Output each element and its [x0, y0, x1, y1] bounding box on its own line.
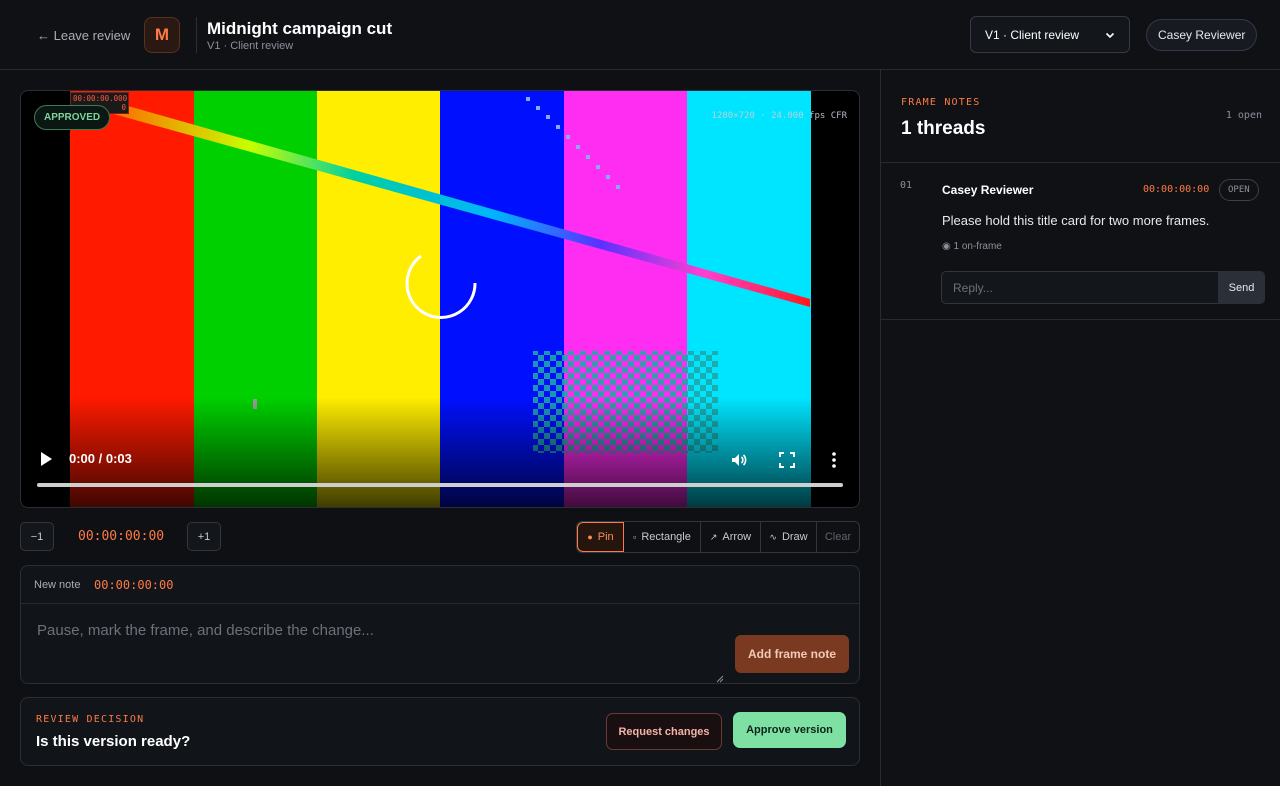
project-subtitle: V1 · Client review: [207, 40, 294, 52]
thread-status-badge: OPEN: [1219, 179, 1259, 201]
project-logo: M: [144, 17, 180, 53]
request-changes-button[interactable]: Request changes: [606, 713, 722, 750]
resolution-label: 1280×720 · 24.000 fps CFR: [711, 111, 847, 121]
sidebar-kicker: FRAME NOTES: [901, 97, 981, 108]
play-icon[interactable]: [37, 449, 55, 469]
tool-pin[interactable]: ● Pin: [577, 522, 624, 552]
chevron-down-icon: [1105, 32, 1115, 38]
thread-timecode[interactable]: 00:00:00:00: [1143, 184, 1209, 195]
draw-icon: ∿: [769, 531, 777, 542]
tool-pin-label: Pin: [597, 531, 614, 543]
video-player[interactable]: 00:00:00.000 0 APPROVED 1280×720 · 24.00…: [20, 90, 860, 508]
step-back-button[interactable]: −1: [20, 522, 54, 551]
tool-arrow[interactable]: ↗ Arrow: [701, 522, 761, 552]
tool-draw-label: Draw: [781, 531, 808, 543]
thread-item[interactable]: 01 Casey Reviewer 00:00:00:00 OPEN Pleas…: [881, 163, 1280, 320]
status-badge: APPROVED: [34, 105, 111, 130]
seek-bar[interactable]: [37, 483, 843, 487]
top-bar: ← Leave review M Midnight campaign cut V…: [0, 0, 1280, 70]
thread-body: Please hold this title card for two more…: [942, 213, 1210, 228]
rectangle-icon: ▫: [633, 532, 637, 542]
step-forward-button[interactable]: +1: [187, 522, 221, 551]
open-count: 1 open: [1225, 110, 1262, 121]
reply-input[interactable]: [941, 271, 1219, 304]
approve-version-button[interactable]: Approve version: [733, 712, 846, 748]
version-select[interactable]: V1 · Client review: [970, 16, 1130, 53]
review-decision-panel: REVIEW DECISION Is this version ready? R…: [20, 697, 860, 766]
sidebar-header: FRAME NOTES 1 threads 1 open: [881, 70, 1280, 163]
send-reply-button[interactable]: Send: [1218, 271, 1265, 304]
user-menu-button[interactable]: Casey Reviewer: [1146, 19, 1258, 51]
sidebar-title: 1 threads: [901, 118, 986, 139]
tool-draw[interactable]: ∿ Draw: [761, 522, 817, 552]
arrow-icon: ↗: [709, 531, 718, 542]
new-note-panel: New note 00:00:00:00 Add frame note: [20, 565, 860, 684]
note-textarea[interactable]: [22, 605, 725, 683]
project-title: Midnight campaign cut: [207, 19, 393, 38]
new-note-header: New note 00:00:00:00: [21, 566, 859, 604]
time-display: 0:00 / 0:03: [69, 451, 132, 466]
burned-in-timecode-value: 00:00:00.000: [73, 94, 128, 103]
annotation-toolbar: ● Pin ▫ Rectangle ↗ Arrow ∿ Draw Clear: [576, 521, 860, 553]
volume-icon[interactable]: [729, 450, 749, 470]
tool-rectangle[interactable]: ▫ Rectangle: [624, 522, 701, 552]
pin-icon: ●: [587, 532, 593, 542]
leave-review-link[interactable]: ← Leave review: [37, 28, 130, 43]
new-note-timecode: 00:00:00:00: [94, 578, 174, 592]
add-frame-note-button[interactable]: Add frame note: [735, 635, 849, 673]
thread-annotation-count: ◉ 1 on-frame: [942, 241, 1002, 252]
resize-grip-icon[interactable]: [714, 673, 724, 683]
header-divider: [196, 17, 197, 53]
frame-notes-sidebar: FRAME NOTES 1 threads 1 open 01 Casey Re…: [880, 70, 1280, 786]
decision-kicker: REVIEW DECISION: [36, 714, 145, 725]
thread-index: 01: [900, 180, 913, 191]
more-options-icon[interactable]: [827, 450, 841, 470]
tool-clear[interactable]: Clear: [817, 522, 859, 552]
current-timecode: 00:00:00:00: [78, 529, 165, 544]
fullscreen-icon[interactable]: [778, 451, 796, 469]
tool-rectangle-label: Rectangle: [641, 531, 691, 543]
decision-question: Is this version ready?: [36, 733, 191, 750]
new-note-label: New note: [34, 579, 81, 591]
version-select-value: V1 · Client review: [985, 27, 1080, 42]
thread-author: Casey Reviewer: [942, 183, 1034, 197]
tool-arrow-label: Arrow: [722, 531, 752, 543]
